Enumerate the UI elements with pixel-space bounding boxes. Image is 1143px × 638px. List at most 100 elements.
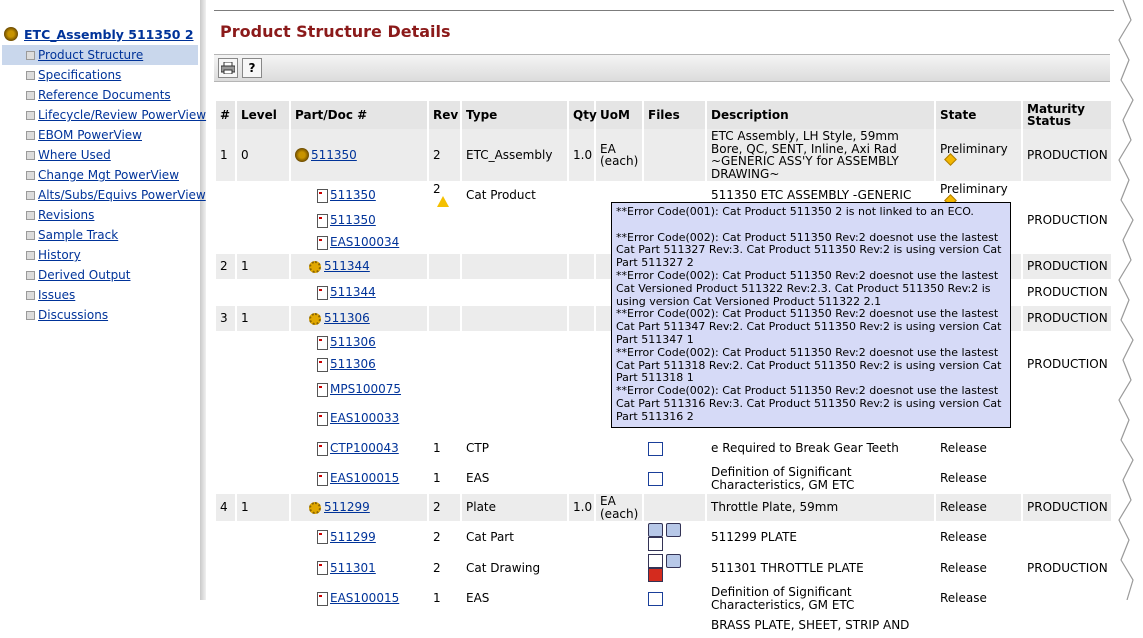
viewer-icon[interactable] xyxy=(648,523,663,537)
part-link[interactable]: 511350 xyxy=(311,149,357,162)
viewer-icon[interactable] xyxy=(666,554,681,568)
part-link[interactable]: 511299 xyxy=(330,531,376,544)
toolbar: ? xyxy=(214,54,1110,82)
nav-item-label[interactable]: Discussions xyxy=(38,308,108,322)
col-uom[interactable]: UoM xyxy=(595,101,644,129)
tooltip-line: **Error Code(002): Cat Product 511350 Re… xyxy=(616,230,1002,270)
bullet-icon xyxy=(26,131,35,140)
part-link[interactable]: 511350 xyxy=(330,189,376,202)
nav-item-issues[interactable]: Issues xyxy=(2,285,198,305)
printer-icon[interactable] xyxy=(218,58,238,78)
col-num[interactable]: # xyxy=(216,101,237,129)
rev-text: 2 xyxy=(433,147,441,162)
part-link[interactable]: 511344 xyxy=(324,260,370,273)
nav-item-alts-subs[interactable]: Alts/Subs/Equivs PowerView xyxy=(2,185,206,205)
col-qty[interactable]: Qty xyxy=(568,101,597,129)
cell-files xyxy=(643,583,707,614)
cell-part: CTP100043 xyxy=(290,433,429,464)
document-icon xyxy=(317,357,328,372)
part-link[interactable]: 511344 xyxy=(330,286,376,299)
cad-icon[interactable] xyxy=(648,554,663,568)
cell-part: 511350 xyxy=(290,209,429,232)
nav-item-label[interactable]: Lifecycle/Review PowerView xyxy=(38,108,206,122)
gear-icon xyxy=(309,260,321,273)
part-link[interactable]: 511299 xyxy=(324,501,370,514)
warning-icon[interactable] xyxy=(437,195,449,207)
part-link[interactable]: CTP100043 xyxy=(330,442,399,455)
gear-icon xyxy=(309,501,321,514)
tooltip-line: **Error Code(002): Cat Product 511350 Re… xyxy=(616,268,999,308)
nav-item-derived-output[interactable]: Derived Output xyxy=(2,265,198,285)
part-link[interactable]: EAS100034 xyxy=(330,236,399,249)
cell-uom xyxy=(595,433,644,464)
tooltip-line: **Error Code(002): Cat Product 511350 Re… xyxy=(616,307,1002,346)
nav-item-where-used[interactable]: Where Used xyxy=(2,145,198,165)
col-state[interactable]: State xyxy=(935,101,1023,129)
word-doc-icon[interactable] xyxy=(648,471,663,486)
part-link[interactable]: EAS100033 xyxy=(330,412,399,425)
nav-item-lifecycle-review[interactable]: Lifecycle/Review PowerView xyxy=(2,105,206,125)
col-files[interactable]: Files xyxy=(643,101,707,129)
nav-item-discussions[interactable]: Discussions xyxy=(2,305,198,325)
nav-root-item[interactable]: ETC_Assembly 511350 2 xyxy=(4,24,196,44)
cell-qty xyxy=(568,433,596,464)
help-icon[interactable]: ? xyxy=(242,58,262,78)
cell-part: EAS100015 xyxy=(290,583,429,614)
cell-maturity xyxy=(1022,403,1113,434)
col-part[interactable]: Part/Doc # xyxy=(290,101,429,129)
nav-item-specifications[interactable]: Specifications xyxy=(2,65,198,85)
nav-item-label[interactable]: Revisions xyxy=(38,208,94,222)
nav-item-label[interactable]: Sample Track xyxy=(38,228,118,242)
nav-item-revisions[interactable]: Revisions xyxy=(2,205,198,225)
cell-part: 511344 xyxy=(290,279,429,306)
nav-item-label[interactable]: Change Mgt PowerView xyxy=(38,168,179,182)
word-doc-icon[interactable] xyxy=(648,441,663,456)
col-maturity[interactable]: Maturity Status xyxy=(1022,101,1113,129)
nav-item-ebom[interactable]: EBOM PowerView xyxy=(2,125,198,145)
nav-item-label[interactable]: Reference Documents xyxy=(38,88,171,102)
col-level[interactable]: Level xyxy=(236,101,291,129)
cell-rev: 1 xyxy=(428,583,462,614)
part-link[interactable]: 511350 xyxy=(330,214,376,227)
nav-item-label[interactable]: Issues xyxy=(38,288,75,302)
part-link[interactable]: MPS100075 xyxy=(330,383,401,396)
state-text: Release xyxy=(940,529,987,544)
cell-rev: 1 xyxy=(428,433,462,464)
nav-item-label[interactable]: Derived Output xyxy=(38,268,131,282)
cell-level xyxy=(236,583,291,614)
col-type[interactable]: Type xyxy=(461,101,569,129)
cell-part: EAS100015 xyxy=(290,463,429,494)
col-desc[interactable]: Description xyxy=(706,101,936,129)
nav-item-label[interactable]: EBOM PowerView xyxy=(38,128,142,142)
cell-part: 511306 xyxy=(290,331,429,354)
col-rev[interactable]: Rev xyxy=(428,101,462,129)
nav-item-label[interactable]: Where Used xyxy=(38,148,111,162)
nav-item-product-structure[interactable]: Product Structure xyxy=(2,45,198,65)
cell-type: ETC_Assembly xyxy=(461,129,569,182)
part-link[interactable]: EAS100015 xyxy=(330,592,399,605)
part-link[interactable]: EAS100015 xyxy=(330,472,399,485)
part-link[interactable]: 511306 xyxy=(324,312,370,325)
nav-item-history[interactable]: History xyxy=(2,245,198,265)
cell-files xyxy=(643,493,707,522)
num-text: 3 xyxy=(220,311,228,326)
viewer-icon[interactable] xyxy=(666,523,681,537)
nav-item-reference-documents[interactable]: Reference Documents xyxy=(2,85,198,105)
nav-item-label[interactable]: History xyxy=(38,248,81,262)
nav-root-label[interactable]: ETC_Assembly 511350 2 xyxy=(24,27,194,42)
nav-item-label[interactable]: Product Structure xyxy=(38,48,143,62)
nav-item-label[interactable]: Alts/Subs/Equivs PowerView xyxy=(38,188,206,202)
cell-rev: 1 xyxy=(428,463,462,494)
cad-icon[interactable] xyxy=(648,537,663,551)
cell-type xyxy=(461,375,569,404)
cell-state: Release xyxy=(935,583,1023,614)
nav-item-label[interactable]: Specifications xyxy=(38,68,121,82)
part-link[interactable]: 511306 xyxy=(330,358,376,371)
part-link[interactable]: 511301 xyxy=(330,562,376,575)
nav-item-change-mgt[interactable]: Change Mgt PowerView xyxy=(2,165,198,185)
word-doc-icon[interactable] xyxy=(648,591,663,606)
cell-desc: BRASS PLATE, SHEET, STRIP AND xyxy=(706,613,936,638)
pdf-icon[interactable] xyxy=(648,568,663,582)
part-link[interactable]: 511306 xyxy=(330,336,376,349)
nav-item-sample-track[interactable]: Sample Track xyxy=(2,225,198,245)
